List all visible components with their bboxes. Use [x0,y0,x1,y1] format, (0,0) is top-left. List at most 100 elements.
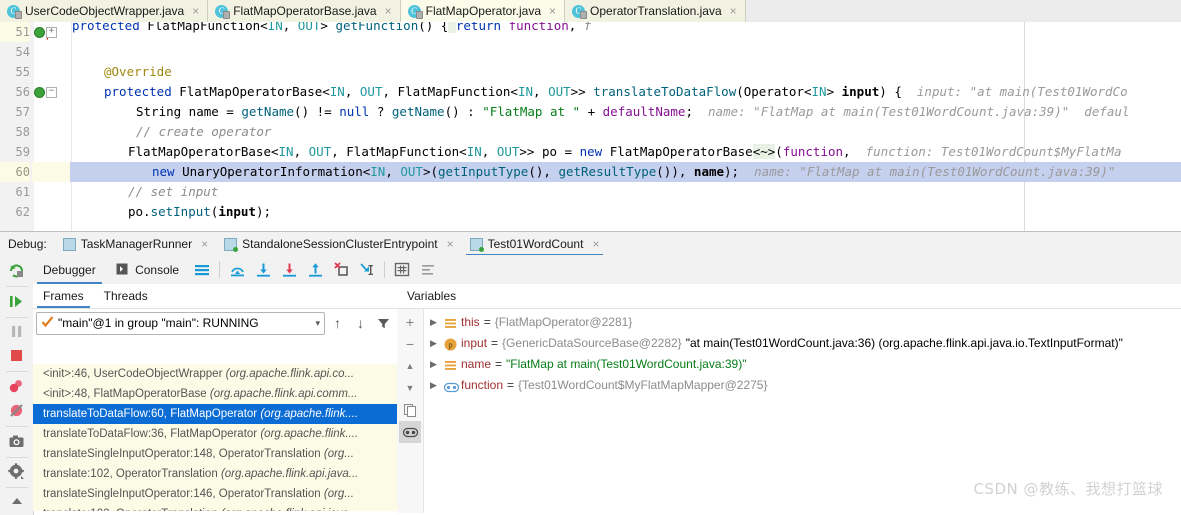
watches-icon[interactable] [399,421,421,443]
expand-triangle-icon[interactable]: ▶ [430,312,440,333]
debug-session-tab-test01wordcount[interactable]: Test01WordCount × [462,232,608,256]
drop-frame-icon[interactable] [328,257,354,283]
sort-icon[interactable] [415,257,441,283]
frame-list-item[interactable]: translateSingleInputOperator:148, Operat… [33,444,397,464]
equals-sign: = [483,315,491,329]
variable-row-input[interactable]: ▶ p input = {GenericDataSourceBase@2282}… [424,333,1181,354]
mute-breakpoints-icon[interactable] [4,399,30,422]
step-over-icon[interactable] [224,257,250,283]
settings-icon[interactable] [4,460,30,483]
gutter-marks[interactable]: ↑ − [32,82,70,102]
frame-list-item[interactable]: translateSingleInputOperator:146, Operat… [33,484,397,504]
editor-tab-usercodeobjectwrapper[interactable]: C UserCodeObjectWrapper.java × [0,0,209,22]
editor-tab-flatmapoperator[interactable]: C FlatMapOperator.java × [400,0,566,23]
variable-name: function [461,378,504,392]
debug-session-tab-label: Test01WordCount [487,237,584,251]
chevron-down-icon[interactable]: ▾ [315,318,320,329]
equals-sign: = [507,378,515,392]
frame-list-item[interactable]: <init>:46, UserCodeObjectWrapper (org.ap… [33,364,397,384]
code-line-51[interactable]: 51 | + protected FlatMapFunction<IN, OUT… [0,22,1181,42]
frame-down-icon[interactable]: ↓ [350,313,371,334]
divider [5,456,28,458]
debug-session-tab-standalonesessionclusterentrypoint[interactable]: StandaloneSessionClusterEntrypoint × [216,232,461,256]
close-icon[interactable]: × [730,5,737,17]
frame-list-item[interactable]: <init>:48, FlatMapOperatorBase (org.apac… [33,384,397,404]
force-step-into-icon[interactable] [276,257,302,283]
code-editor[interactable]: 51 | + protected FlatMapFunction<IN, OUT… [0,22,1181,231]
tab-console[interactable]: Console [106,256,189,284]
close-icon[interactable]: × [201,237,208,251]
gutter-marks[interactable]: | + [32,22,70,42]
frame-up-icon[interactable]: ↑ [327,313,348,334]
close-icon[interactable]: × [592,237,599,251]
copy-icon[interactable] [399,399,421,421]
frame-package: (org... [323,488,354,500]
code-line-58[interactable]: 58 // create operator [0,122,1181,142]
run-config-running-icon [224,237,239,252]
code-line-54[interactable]: 54 [0,42,1181,62]
gutter-marks[interactable] [32,162,70,182]
code-line-61[interactable]: 61 // set input [0,182,1181,202]
frame-list-item[interactable]: translateToDataFlow:36, FlatMapOperator … [33,424,397,444]
code-line-62[interactable]: 62 po.setInput(input); [0,202,1181,222]
step-out-icon[interactable] [302,257,328,283]
thread-selector[interactable]: "main"@1 in group "main": RUNNING ▾ [36,311,325,335]
view-breakpoints-icon[interactable] [4,375,30,398]
variable-row-this[interactable]: ▶ this = {FlatMapOperator@2281} [424,312,1181,333]
code-line-55[interactable]: 55 @Override [0,62,1181,82]
java-class-icon: C [572,4,588,19]
variables-title: Variables [397,284,1181,309]
code-line-60-execution-point[interactable]: 60 new UnaryOperatorInformation<IN, OUT>… [0,162,1181,182]
thread-selector-value: "main"@1 in group "main": RUNNING [58,316,259,330]
remove-watch-icon[interactable]: − [399,333,421,355]
variable-row-function[interactable]: ▶ function = {Test01WordCount$MyFlatMapM… [424,375,1181,396]
pause-program-icon[interactable] [4,320,30,343]
move-down-icon[interactable]: ▼ [399,377,421,399]
variable-value: {GenericDataSourceBase@2282} [502,336,682,350]
close-icon[interactable]: × [549,5,556,17]
variable-value: {FlatMapOperator@2281} [494,315,633,329]
frame-method: translate:102, OperatorTranslation [43,468,218,480]
run-to-cursor-icon[interactable] [354,257,380,283]
divider [5,425,28,427]
editor-tab-label: UserCodeObjectWrapper.java [25,4,185,18]
filter-icon[interactable] [373,313,394,334]
screenshot-icon[interactable] [4,430,30,453]
fold-collapse-icon[interactable]: − [46,87,57,98]
add-watch-icon[interactable]: + [399,311,421,333]
expand-triangle-icon[interactable]: ▶ [430,375,440,396]
close-icon[interactable]: × [385,5,392,17]
tab-frames[interactable]: Frames [33,285,94,308]
tab-debugger[interactable]: Debugger [33,256,106,284]
editor-tab-operatortranslation[interactable]: C OperatorTranslation.java × [565,0,746,22]
debug-session-tab-taskmanagerrunner[interactable]: TaskManagerRunner × [55,232,216,256]
expand-triangle-icon[interactable]: ▶ [430,333,440,354]
close-icon[interactable]: × [192,5,199,17]
frame-list-item-selected[interactable]: translateToDataFlow:60, FlatMapOperator … [33,404,397,424]
step-into-icon[interactable] [250,257,276,283]
evaluate-expression-icon[interactable] [389,257,415,283]
debugger-toolbar: Debugger Console [33,255,1181,285]
frame-list-item[interactable]: translate:102, OperatorTranslation (org.… [33,464,397,484]
code-line-56[interactable]: 56 ↑ − protected FlatMapOperatorBase<IN,… [0,82,1181,102]
move-up-icon[interactable]: ▲ [399,355,421,377]
rerun-icon[interactable] [4,259,30,282]
line-number: 60 [0,162,30,182]
code-line-59[interactable]: 59 FlatMapOperatorBase<IN, OUT, FlatMapF… [0,142,1181,162]
frames-list[interactable]: <init>:46, UserCodeObjectWrapper (org.ap… [33,364,397,511]
resume-program-icon[interactable] [4,290,30,313]
code-line-57[interactable]: 57 String name = getName() != null ? get… [0,102,1181,122]
equals-sign: = [495,357,503,371]
code-text: FlatMapOperatorBase<IN, OUT, FlatMapFunc… [128,144,1122,159]
frame-list-item[interactable]: translate:102, OperatorTranslation (org.… [33,504,397,511]
stop-icon[interactable] [4,344,30,367]
layout-icon[interactable] [189,257,215,283]
watermark: CSDN @教练、我想打篮球 [973,480,1163,498]
fold-expand-icon[interactable]: + [46,27,57,38]
tab-threads[interactable]: Threads [94,285,158,308]
expand-triangle-icon[interactable]: ▶ [430,354,440,375]
editor-tab-flatmapoperatorbase[interactable]: C FlatMapOperatorBase.java × [208,0,401,22]
divider [5,487,28,489]
variable-row-name[interactable]: ▶ name = "FlatMap at main(Test01WordCoun… [424,354,1181,375]
close-icon[interactable]: × [447,237,454,251]
